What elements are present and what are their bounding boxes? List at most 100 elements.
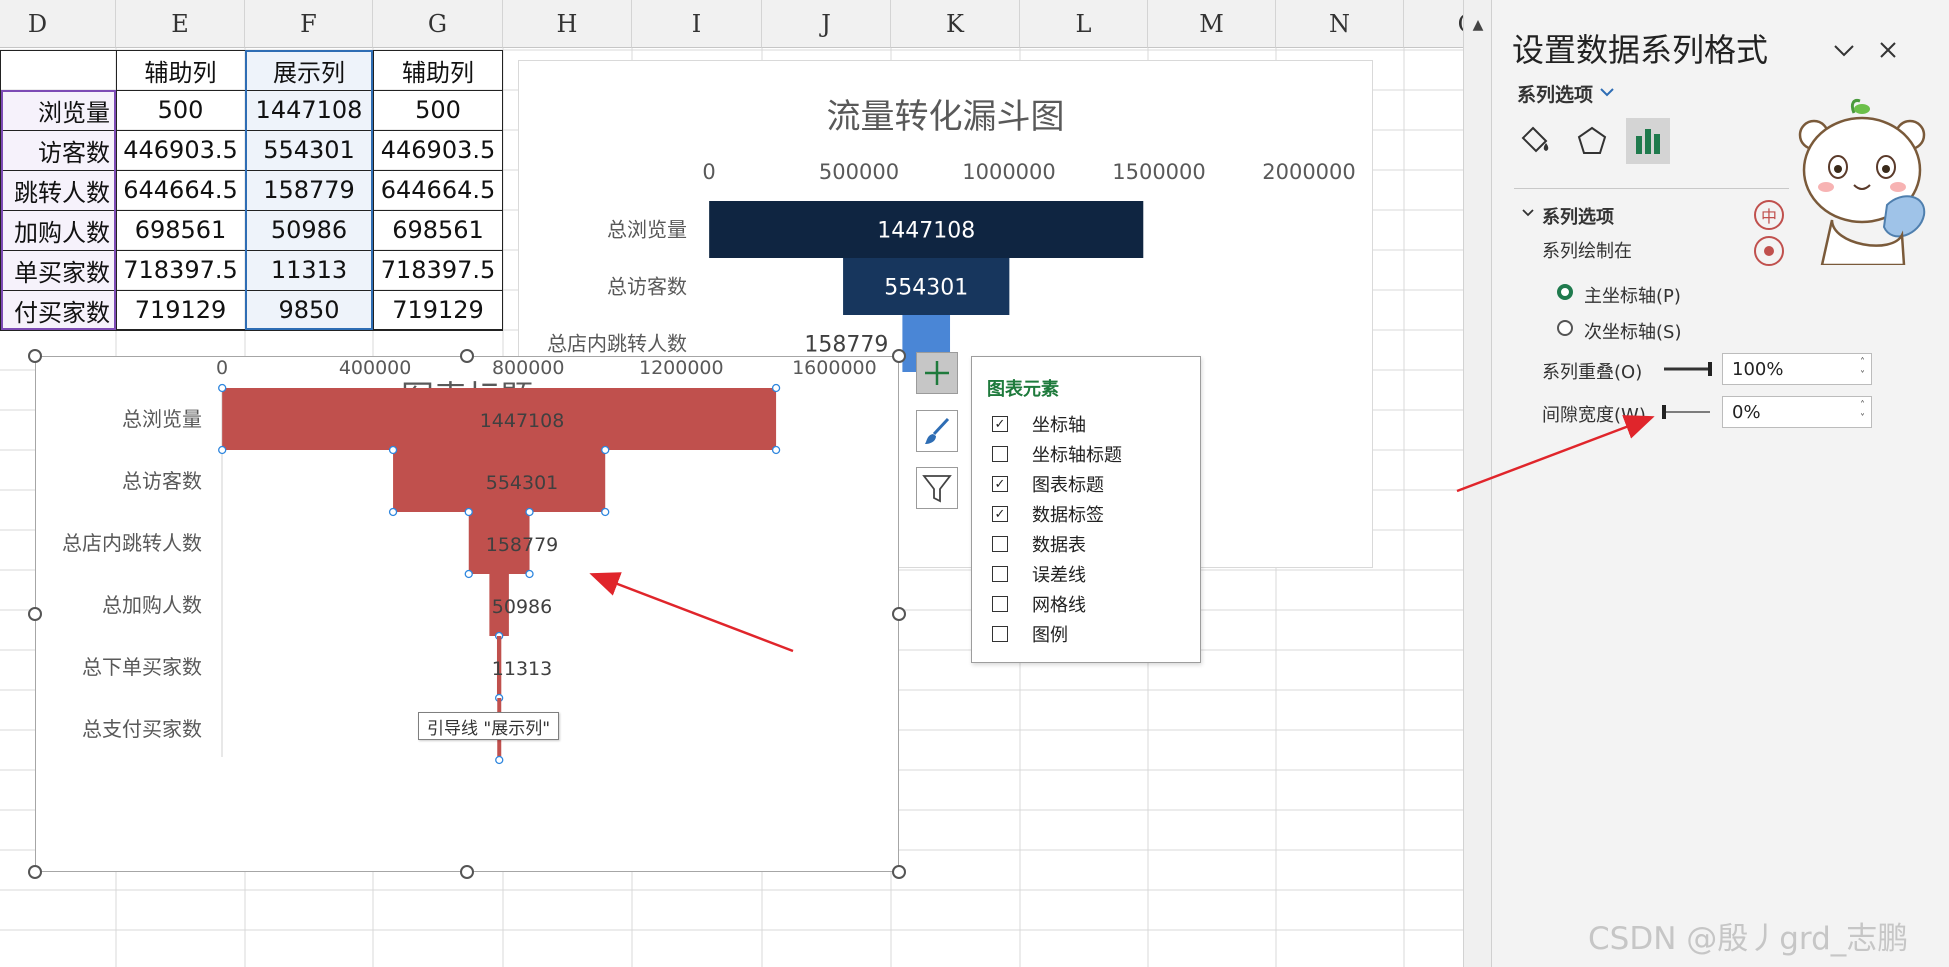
row-label-cell[interactable]: 付买家数: [0, 290, 116, 330]
series-options-dropdown[interactable]: 系列选项: [1517, 80, 1593, 107]
aux-column-cell[interactable]: 698561: [373, 210, 503, 250]
secondary-axis-label[interactable]: 次坐标轴(S): [1584, 318, 1681, 344]
row-label-cell[interactable]: 跳转人数: [0, 170, 116, 210]
table-header-cell[interactable]: 展示列: [245, 50, 373, 90]
aux-column-cell[interactable]: 718397.5: [116, 250, 245, 290]
scroll-up-icon[interactable]: ▲: [1467, 14, 1489, 36]
resize-handle-bottom-right[interactable]: [892, 865, 906, 879]
secondary-axis-radio[interactable]: [1557, 320, 1573, 336]
resize-handle-bottom-left[interactable]: [28, 865, 42, 879]
chart-element-option[interactable]: 图例: [992, 619, 1068, 649]
tab-fill-line[interactable]: [1514, 118, 1558, 164]
chart-element-option[interactable]: ✓ 图表标题: [992, 469, 1104, 499]
display-column-cell[interactable]: 158779: [245, 170, 373, 210]
column-header-e[interactable]: E: [116, 0, 245, 48]
selection-point[interactable]: [771, 445, 781, 455]
aux-column-cell[interactable]: 644664.5: [116, 170, 245, 210]
column-header-d[interactable]: D: [0, 0, 116, 48]
checkbox-icon[interactable]: [992, 566, 1008, 582]
spinner-arrows-icon[interactable]: ˄ ˅: [1860, 399, 1865, 425]
display-column-cell[interactable]: 1447108: [245, 90, 373, 130]
resize-handle-left[interactable]: [28, 607, 42, 621]
chart-element-option[interactable]: ✓ 坐标轴: [992, 409, 1086, 439]
series-overlap-input[interactable]: 100% ˄ ˅: [1722, 353, 1872, 385]
column-header-i[interactable]: I: [632, 0, 762, 48]
column-header-g[interactable]: G: [373, 0, 503, 48]
checkbox-icon[interactable]: [992, 626, 1008, 642]
checkbox-icon[interactable]: [992, 536, 1008, 552]
checkbox-checked-icon[interactable]: ✓: [992, 476, 1008, 492]
chart-elements-button[interactable]: [916, 352, 958, 394]
gap-width-slider[interactable]: [1660, 402, 1716, 422]
tab-effects[interactable]: [1570, 118, 1614, 164]
display-column-cell[interactable]: 11313: [245, 250, 373, 290]
aux-column-cell[interactable]: 500: [116, 90, 245, 130]
spreadsheet-area[interactable]: DEFGHIJKLMNO 辅助列展示列辅助列浏览量5001447108500访客…: [0, 0, 1463, 967]
section-header[interactable]: 系列选项: [1542, 203, 1614, 229]
selection-point[interactable]: [388, 445, 398, 455]
aux-column-cell[interactable]: 698561: [116, 210, 245, 250]
chart-element-option[interactable]: 误差线: [992, 559, 1086, 589]
tab-series-options[interactable]: [1626, 118, 1670, 164]
selection-point[interactable]: [495, 755, 504, 765]
column-header-m[interactable]: M: [1148, 0, 1276, 48]
row-label-cell[interactable]: 访客数: [0, 130, 116, 170]
aux-column-cell[interactable]: 719129: [116, 290, 245, 330]
chart-filters-button[interactable]: [916, 467, 958, 509]
table-header-cell[interactable]: 辅助列: [116, 50, 245, 90]
selection-point[interactable]: [218, 445, 227, 455]
table-header-cell[interactable]: 辅助列: [373, 50, 503, 90]
aux-column-cell[interactable]: 446903.5: [373, 130, 503, 170]
column-header-k[interactable]: K: [891, 0, 1020, 48]
aux-column-cell[interactable]: 718397.5: [373, 250, 503, 290]
vertical-scrollbar[interactable]: ▲: [1463, 0, 1491, 967]
column-header-f[interactable]: F: [245, 0, 373, 48]
selection-point[interactable]: [771, 383, 781, 393]
checkbox-checked-icon[interactable]: ✓: [992, 506, 1008, 522]
resize-handle-bottom[interactable]: [460, 865, 474, 879]
column-header-h[interactable]: H: [503, 0, 632, 48]
row-label-cell[interactable]: 单买家数: [0, 250, 116, 290]
selection-point[interactable]: [525, 569, 534, 579]
column-header-n[interactable]: N: [1276, 0, 1404, 48]
selection-point[interactable]: [464, 507, 473, 517]
series-overlap-slider[interactable]: [1660, 359, 1716, 379]
chevron-down-icon[interactable]: [1597, 84, 1617, 100]
checkbox-checked-icon[interactable]: ✓: [992, 416, 1008, 432]
funnel-chart-selected[interactable]: 图表标题 040000080000012000001600000总浏览量1447…: [35, 356, 899, 872]
primary-axis-radio[interactable]: [1557, 284, 1573, 300]
chart-element-option[interactable]: ✓ 数据标签: [992, 499, 1104, 529]
display-column-cell[interactable]: 9850: [245, 290, 373, 330]
selection-point[interactable]: [464, 569, 473, 579]
chart-styles-button[interactable]: [916, 410, 958, 452]
row-label-cell[interactable]: 加购人数: [0, 210, 116, 250]
row-label-cell[interactable]: 浏览量: [0, 90, 116, 130]
selection-point[interactable]: [388, 507, 398, 517]
aux-column-cell[interactable]: 719129: [373, 290, 503, 330]
gap-width-input[interactable]: 0% ˄ ˅: [1722, 396, 1872, 428]
column-header-o[interactable]: O: [1404, 0, 1463, 48]
checkbox-icon[interactable]: [992, 596, 1008, 612]
aux-column-cell[interactable]: 644664.5: [373, 170, 503, 210]
checkbox-icon[interactable]: [992, 446, 1008, 462]
chart-element-option[interactable]: 坐标轴标题: [992, 439, 1122, 469]
spinner-arrows-icon[interactable]: ˄ ˅: [1860, 356, 1865, 382]
primary-axis-label[interactable]: 主坐标轴(P): [1584, 282, 1681, 308]
selection-point[interactable]: [218, 383, 227, 393]
selection-point[interactable]: [601, 507, 610, 517]
column-header-l[interactable]: L: [1020, 0, 1148, 48]
selection-point[interactable]: [525, 507, 534, 517]
chart-element-option[interactable]: 网格线: [992, 589, 1086, 619]
chart-element-option[interactable]: 数据表: [992, 529, 1086, 559]
display-column-cell[interactable]: 554301: [245, 130, 373, 170]
aux-column-cell[interactable]: 500: [373, 90, 503, 130]
slider-thumb[interactable]: [1662, 405, 1666, 419]
resize-handle-top-left[interactable]: [28, 349, 42, 363]
resize-handle-top-right[interactable]: [892, 349, 906, 363]
resize-handle-right[interactable]: [892, 607, 906, 621]
badge-dot-icon[interactable]: [1754, 236, 1784, 266]
chevron-down-icon[interactable]: [1829, 36, 1859, 66]
resize-handle-top[interactable]: [460, 349, 474, 363]
close-icon[interactable]: [1872, 34, 1904, 66]
aux-column-cell[interactable]: 446903.5: [116, 130, 245, 170]
